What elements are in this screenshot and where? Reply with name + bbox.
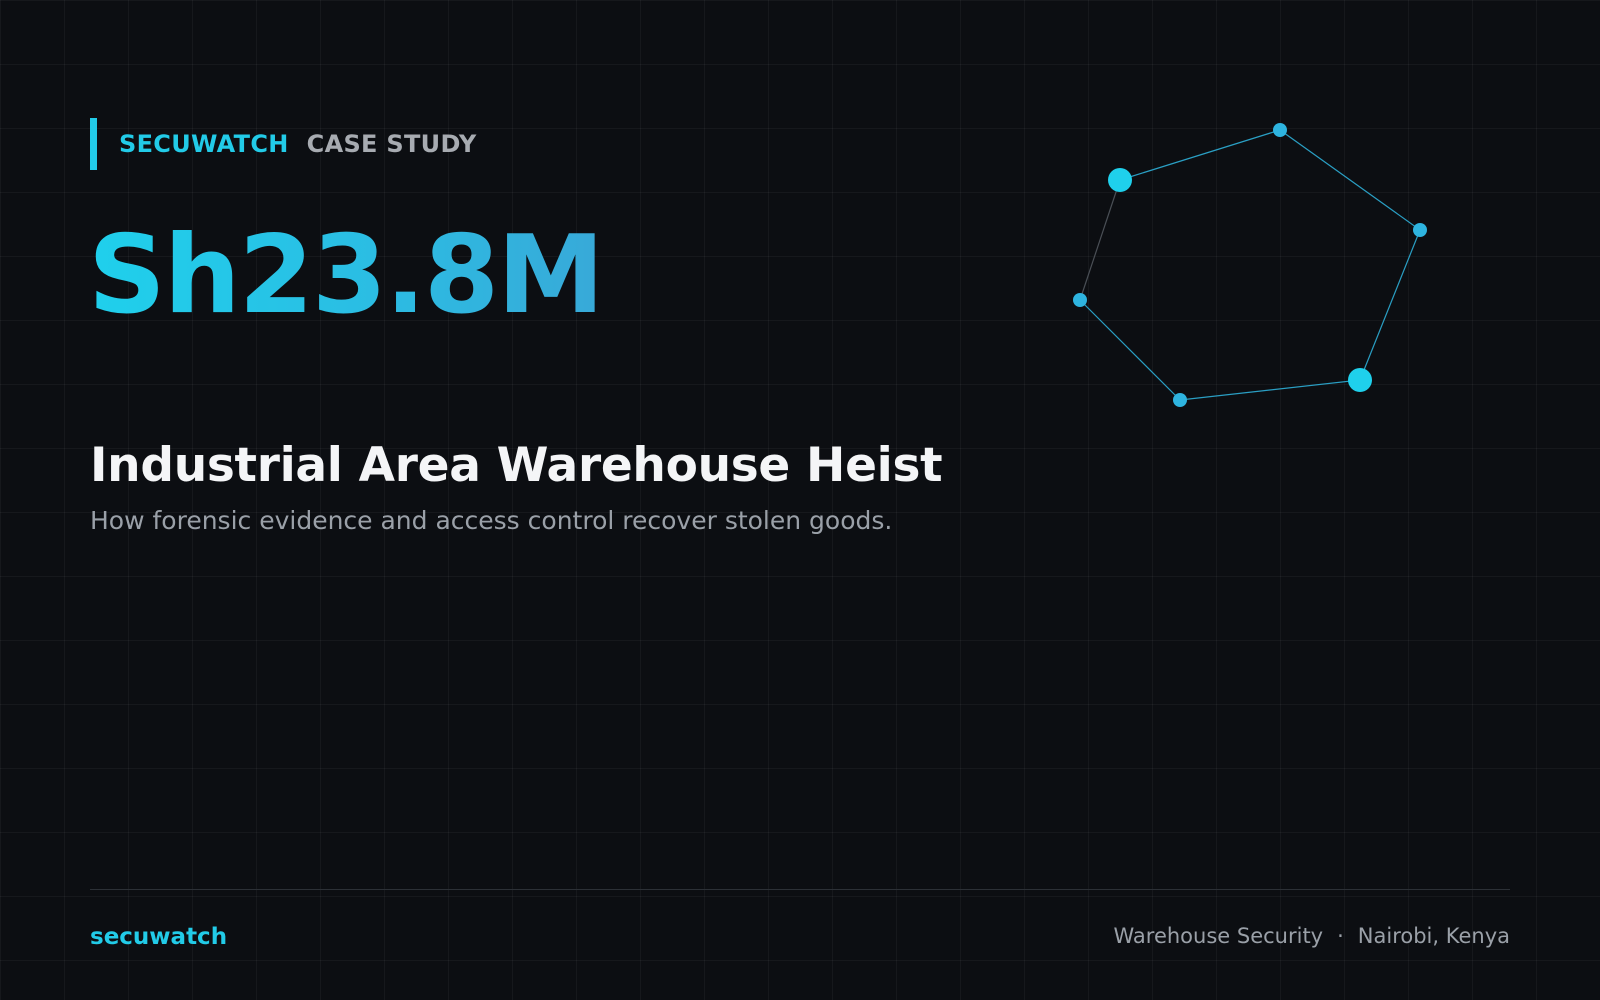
footer-separator: · (1337, 924, 1344, 948)
footer-category: Warehouse Security (1113, 924, 1324, 948)
footer-brand: secuwatch (90, 924, 228, 950)
footer-divider (90, 889, 1510, 890)
page-title: Industrial Area Warehouse Heist (90, 438, 943, 493)
eyebrow-tag: CASE STUDY (306, 130, 477, 158)
footer-location: Nairobi, Kenya (1357, 924, 1510, 948)
headline-stat: Sh23.8M (88, 213, 605, 338)
footer-meta: Warehouse Security · Nairobi, Kenya (1113, 919, 1510, 953)
accent-bar (90, 118, 97, 170)
eyebrow: SECUWATCH CASE STUDY (90, 118, 477, 170)
page-subtitle: How forensic evidence and access control… (90, 506, 893, 535)
eyebrow-brand: SECUWATCH (119, 130, 289, 158)
